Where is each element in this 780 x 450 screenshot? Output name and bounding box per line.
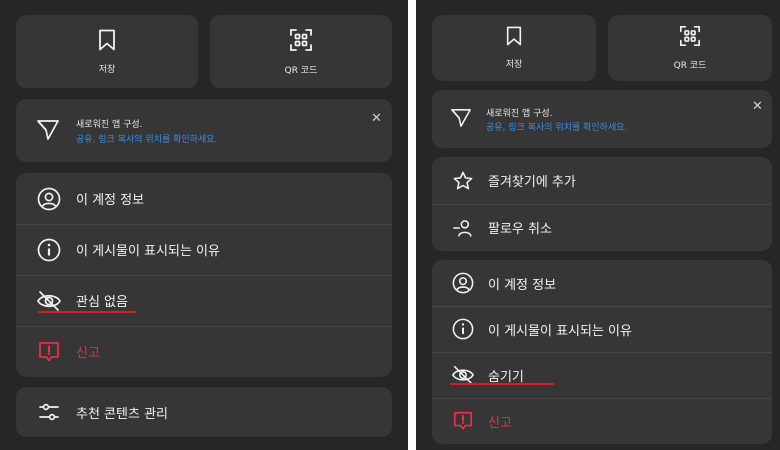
options-sheet-right: 저장 QR 코드 새로워진 앱 구성. 공유, 링크 복사의 위치를 확인하세요… xyxy=(416,0,780,450)
qr-code-label: QR 코드 xyxy=(284,65,318,76)
hide-item[interactable]: 숨기기 xyxy=(432,352,772,398)
user-circle-icon xyxy=(450,270,476,296)
report-item[interactable]: 신고 xyxy=(432,398,772,444)
bookmark-icon xyxy=(505,26,523,50)
manage-suggested-row: 추천 콘텐츠 관리 xyxy=(16,387,392,437)
add-favorites-item[interactable]: 즐겨찾기에 추가 xyxy=(432,157,772,204)
report-icon xyxy=(36,339,62,365)
eye-off-icon xyxy=(36,288,62,314)
notice-title: 새로워진 앱 구성. xyxy=(76,120,143,130)
hide-label: 숨기기 xyxy=(488,369,524,385)
not-interested-item[interactable]: 관심 없음 xyxy=(16,275,392,326)
account-info-item[interactable]: 이 계정 정보 xyxy=(16,173,392,224)
notice-card: 새로워진 앱 구성. 공유, 링크 복사의 위치를 확인하세요. ✕ xyxy=(16,99,392,162)
options-menu: 이 계정 정보 이 게시물이 표시되는 이유 관심 없음 신고 xyxy=(16,173,392,377)
add-favorites-label: 즐겨찾기에 추가 xyxy=(488,175,576,190)
qr-code-button[interactable]: QR 코드 xyxy=(210,15,392,88)
bookmark-icon xyxy=(97,29,117,55)
unfollow-label: 팔로우 취소 xyxy=(488,222,552,237)
manage-suggested-item[interactable]: 추천 콘텐츠 관리 xyxy=(16,387,392,437)
close-icon[interactable]: ✕ xyxy=(371,112,382,125)
notice-link[interactable]: 공유, 링크 복사의 위치를 확인하세요. xyxy=(486,120,627,133)
report-label: 신고 xyxy=(76,346,100,361)
paper-plane-icon xyxy=(450,108,472,132)
close-icon[interactable]: ✕ xyxy=(752,100,763,113)
report-label: 신고 xyxy=(488,415,512,431)
account-info-label: 이 계정 정보 xyxy=(76,193,145,208)
report-item[interactable]: 신고 xyxy=(16,326,392,377)
save-button[interactable]: 저장 xyxy=(16,15,198,88)
unfollow-item[interactable]: 팔로우 취소 xyxy=(432,204,772,251)
highlight-underline xyxy=(38,311,136,313)
why-seeing-item[interactable]: 이 게시물이 표시되는 이유 xyxy=(16,224,392,275)
notice-card: 새로워진 앱 구성. 공유, 링크 복사의 위치를 확인하세요. ✕ xyxy=(432,90,772,148)
qr-code-label: QR 코드 xyxy=(673,61,707,71)
why-seeing-label: 이 게시물이 표시되는 이유 xyxy=(488,323,632,339)
options-sheet-left: 저장 QR 코드 새로워진 앱 구성. 공유, 링크 복사의 위치를 확인하세요… xyxy=(0,0,408,450)
notice-link[interactable]: 공유, 링크 복사의 위치를 확인하세요. xyxy=(76,132,217,145)
follow-menu: 즐겨찾기에 추가 팔로우 취소 xyxy=(432,157,772,251)
save-button[interactable]: 저장 xyxy=(432,15,596,81)
info-icon xyxy=(450,316,476,342)
account-info-item[interactable]: 이 계정 정보 xyxy=(432,260,772,306)
qr-code-icon xyxy=(679,25,701,51)
manage-suggested-label: 추천 콘텐츠 관리 xyxy=(76,406,168,422)
qr-code-icon xyxy=(289,28,313,56)
not-interested-label: 관심 없음 xyxy=(76,295,128,310)
options-menu: 이 계정 정보 이 게시물이 표시되는 이유 숨기기 신고 xyxy=(432,260,772,444)
account-info-label: 이 계정 정보 xyxy=(488,277,557,293)
unfollow-icon xyxy=(450,215,476,241)
save-label: 저장 xyxy=(505,60,523,70)
paper-plane-icon xyxy=(36,119,60,145)
highlight-underline xyxy=(450,383,554,385)
user-circle-icon xyxy=(36,186,62,212)
why-seeing-label: 이 게시물이 표시되는 이유 xyxy=(76,244,220,259)
report-icon xyxy=(450,408,476,434)
save-label: 저장 xyxy=(98,64,116,75)
qr-code-button[interactable]: QR 코드 xyxy=(608,15,772,81)
info-icon xyxy=(36,237,62,263)
notice-title: 새로워진 앱 구성. xyxy=(486,109,553,119)
why-seeing-item[interactable]: 이 게시물이 표시되는 이유 xyxy=(432,306,772,352)
star-icon xyxy=(450,168,476,194)
sliders-icon xyxy=(36,399,62,425)
